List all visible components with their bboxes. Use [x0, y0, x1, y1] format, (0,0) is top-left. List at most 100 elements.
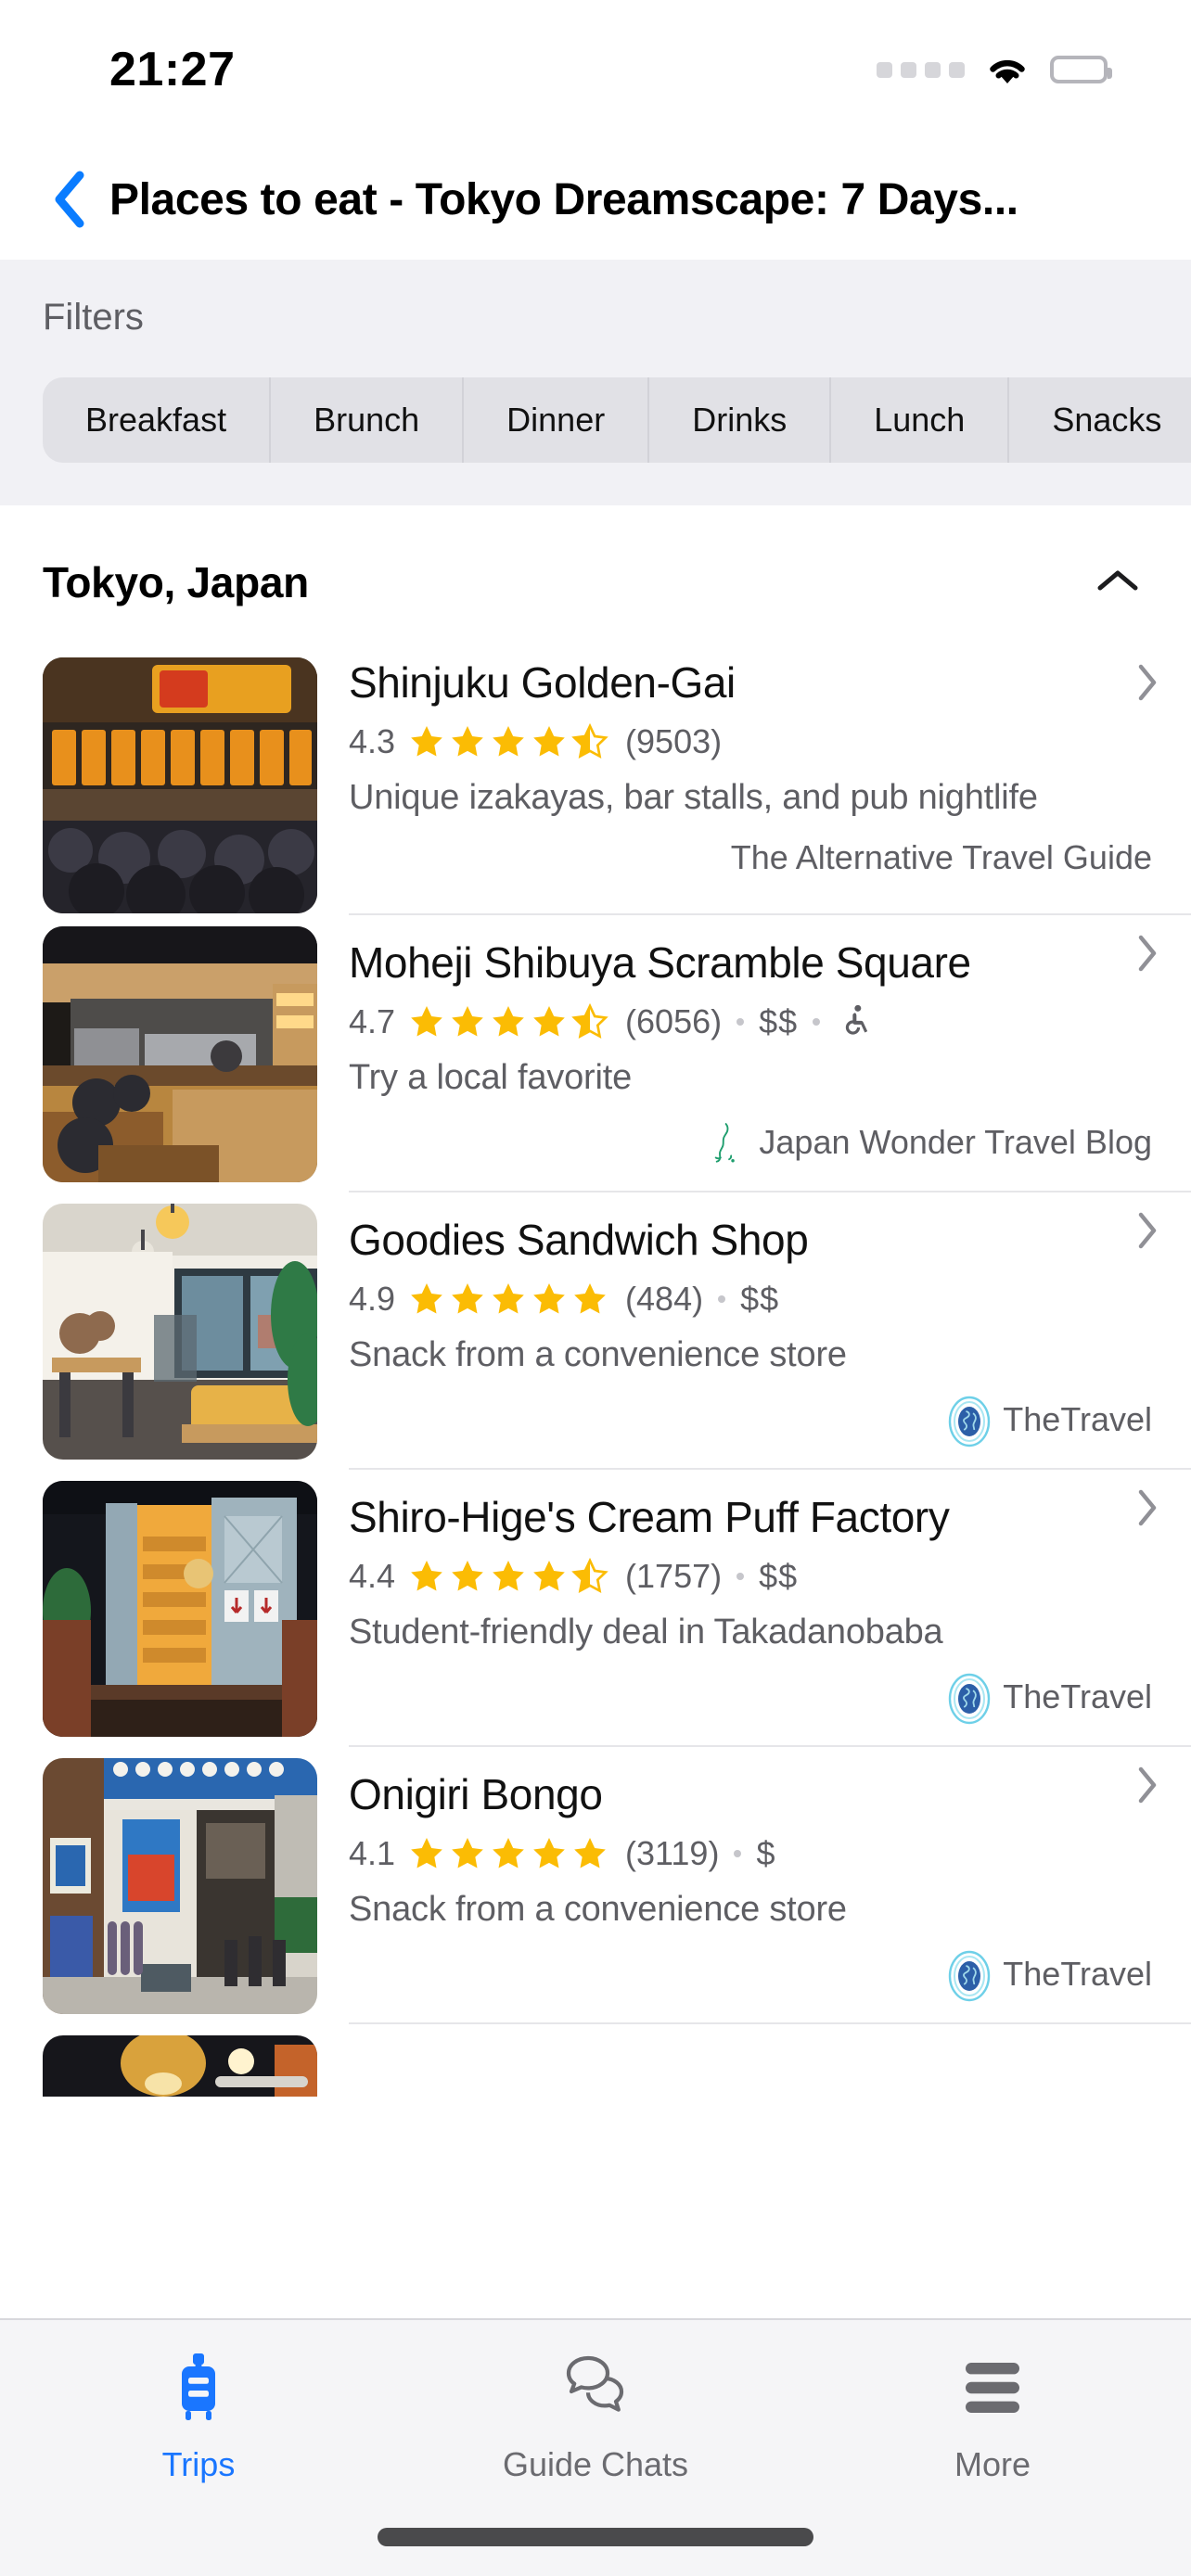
price-level: $$	[759, 1002, 799, 1040]
tab-label: More	[954, 2445, 1031, 2483]
chevron-up-icon[interactable]	[1096, 567, 1139, 598]
place-blurb: Unique izakayas, bar stalls, and pub nig…	[349, 778, 1038, 817]
signal-dots-icon	[877, 61, 965, 78]
price-level: $$	[759, 1557, 799, 1595]
place-info: Shinjuku Golden-Gai 4.3 (9503) Unique iz…	[349, 644, 1191, 913]
chevron-right-icon[interactable]	[1137, 934, 1159, 977]
tab-guide-chats[interactable]: Guide Chats	[397, 2353, 794, 2484]
source-name: Japan Wonder Travel Blog	[759, 1123, 1152, 1161]
rating-value: 4.4	[349, 1557, 396, 1595]
place-thumbnail	[43, 2035, 317, 2097]
source-name: TheTravel	[1003, 1400, 1152, 1438]
place-name: Shiro-Hige's Cream Puff Factory	[349, 1493, 950, 1541]
chevron-right-icon[interactable]	[1137, 1766, 1159, 1809]
separator-dot	[736, 1573, 745, 1580]
review-count: (6056)	[625, 1002, 723, 1040]
place-source: TheTravel	[349, 1396, 1154, 1447]
place-meta: 4.4 (1757) $$	[349, 1557, 1154, 1596]
chevron-right-icon[interactable]	[1137, 663, 1159, 707]
wifi-icon	[985, 53, 1030, 86]
list-item[interactable]: Moheji Shibuya Scramble Square 4.7 (6056…	[0, 913, 1191, 1191]
list-item-partial[interactable]	[0, 2022, 1191, 2097]
place-info: Goodies Sandwich Shop 4.9 (484) $$ Snack…	[349, 1191, 1191, 1468]
section-header-tokyo[interactable]: Tokyo, Japan	[0, 505, 1191, 644]
chevron-right-icon[interactable]	[1137, 1488, 1159, 1532]
bottom-tab-bar: Trips Guide Chats More	[0, 2318, 1191, 2576]
tab-label: Guide Chats	[502, 2445, 689, 2483]
globe-icon	[947, 1950, 991, 2002]
place-meta: 4.1 (3119) $	[349, 1834, 1154, 1873]
review-count: (3119)	[625, 1834, 720, 1872]
place-source: The Alternative Travel Guide	[349, 838, 1154, 877]
star-rating	[408, 1834, 612, 1873]
review-count: (9503)	[625, 722, 723, 760]
list-item[interactable]: Goodies Sandwich Shop 4.9 (484) $$ Snack…	[0, 1191, 1191, 1468]
filters-section: Filters Breakfast Brunch Dinner Drinks L…	[0, 260, 1191, 505]
star-rating	[408, 1002, 612, 1041]
place-info	[349, 2022, 1191, 2097]
place-name: Onigiri Bongo	[349, 1770, 603, 1818]
page-title: Places to eat - Tokyo Dreamscape: 7 Days…	[109, 174, 1018, 224]
chevron-right-icon[interactable]	[1137, 1211, 1159, 1255]
place-blurb: Try a local favorite	[349, 1058, 633, 1097]
review-count: (484)	[625, 1280, 704, 1318]
list-item[interactable]: Shiro-Hige's Cream Puff Factory 4.4 (175…	[0, 1468, 1191, 1745]
rating-value: 4.3	[349, 722, 396, 760]
place-thumbnail	[43, 1204, 317, 1460]
separator-dot	[734, 1850, 742, 1857]
place-name: Moheji Shibuya Scramble Square	[349, 938, 971, 987]
filter-chip-snacks[interactable]: Snacks	[1009, 377, 1191, 463]
globe-icon	[947, 1396, 991, 1447]
chat-bubbles-icon	[561, 2353, 630, 2427]
status-time: 21:27	[109, 43, 236, 96]
filter-chip-row[interactable]: Breakfast Brunch Dinner Drinks Lunch Sna…	[0, 377, 1191, 463]
place-meta: 4.7 (6056) $$	[349, 1002, 1154, 1041]
place-thumbnail	[43, 1481, 317, 1737]
wheelchair-accessible-icon	[839, 1002, 876, 1041]
place-blurb: Snack from a convenience store	[349, 1890, 847, 1929]
list-item[interactable]: Onigiri Bongo 4.1 (3119) $ Snack from a …	[0, 1745, 1191, 2022]
rating-value: 4.7	[349, 1002, 396, 1040]
filter-chip-drinks[interactable]: Drinks	[649, 377, 832, 463]
star-rating	[408, 722, 612, 761]
place-info: Onigiri Bongo 4.1 (3119) $ Snack from a …	[349, 1745, 1191, 2022]
filter-chip-breakfast[interactable]: Breakfast	[43, 377, 272, 463]
place-info: Shiro-Hige's Cream Puff Factory 4.4 (175…	[349, 1468, 1191, 1745]
globe-icon	[947, 1673, 991, 1725]
list-item[interactable]: Shinjuku Golden-Gai 4.3 (9503) Unique iz…	[0, 644, 1191, 913]
star-rating	[408, 1280, 612, 1319]
hamburger-menu-icon	[962, 2353, 1023, 2427]
tab-more[interactable]: More	[794, 2353, 1191, 2484]
place-thumbnail	[43, 926, 317, 1182]
place-info: Moheji Shibuya Scramble Square 4.7 (6056…	[349, 913, 1191, 1191]
source-name: TheTravel	[1003, 1955, 1152, 1993]
places-list: Shinjuku Golden-Gai 4.3 (9503) Unique iz…	[0, 644, 1191, 2097]
chevron-left-icon[interactable]	[37, 167, 102, 232]
place-name: Goodies Sandwich Shop	[349, 1216, 809, 1264]
place-blurb: Student-friendly deal in Takadanobaba	[349, 1613, 943, 1651]
filter-chip-lunch[interactable]: Lunch	[831, 377, 1010, 463]
place-name: Shinjuku Golden-Gai	[349, 658, 736, 707]
japan-map-icon	[703, 1118, 744, 1167]
separator-dot	[736, 1018, 745, 1026]
place-thumbnail	[43, 1758, 317, 2014]
place-meta: 4.9 (484) $$	[349, 1280, 1154, 1319]
battery-full-icon	[1050, 56, 1112, 83]
home-indicator	[378, 2528, 813, 2546]
separator-dot	[813, 1018, 821, 1026]
place-source: TheTravel	[349, 1673, 1154, 1725]
status-indicators	[877, 53, 1112, 86]
navigation-bar: Places to eat - Tokyo Dreamscape: 7 Days…	[0, 139, 1191, 260]
place-source: TheTravel	[349, 1950, 1154, 2002]
filter-chip-brunch[interactable]: Brunch	[271, 377, 465, 463]
app-screen: 21:27 Places to eat - Tokyo Dreamscape: …	[0, 0, 1191, 2576]
review-count: (1757)	[625, 1557, 723, 1595]
price-level: $	[756, 1834, 776, 1872]
status-bar: 21:27	[0, 0, 1191, 139]
place-thumbnail	[43, 657, 317, 913]
filter-chip-dinner[interactable]: Dinner	[464, 377, 650, 463]
place-blurb: Snack from a convenience store	[349, 1335, 847, 1374]
tab-trips[interactable]: Trips	[0, 2353, 397, 2484]
price-level: $$	[740, 1280, 780, 1318]
separator-dot	[718, 1295, 726, 1303]
